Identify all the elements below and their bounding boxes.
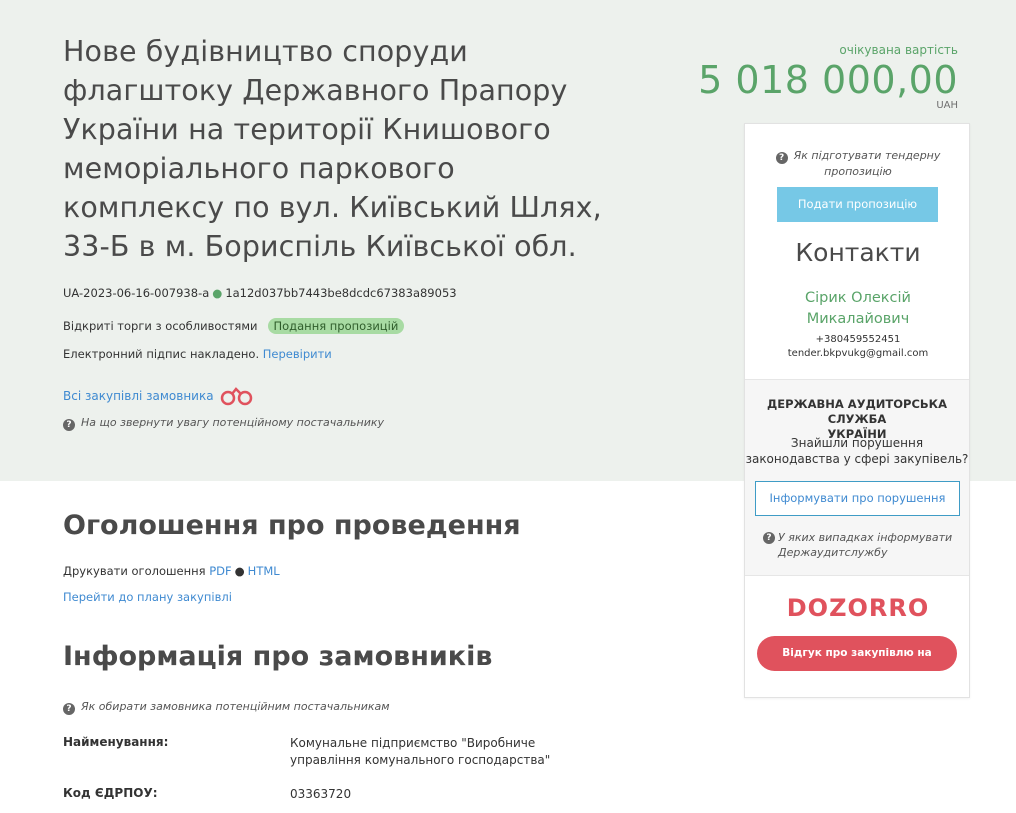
procurement-plan-link[interactable]: Перейти до плану закупівлі [63,590,232,604]
customer-name-label: Найменування: [63,735,169,749]
tender-identifiers: UA-2023-06-16-007938-a ● 1a12d037bb7443be8… [63,286,457,300]
edrpou-value: 03363720 [290,787,352,801]
print-label: Друкувати оголошення [63,564,206,578]
question-icon: ? [763,532,775,544]
customer-hint-text: Як обирати замовника потенційним постача… [81,700,390,713]
tender-title: Нове будівництво споруди флагштоку Держа… [63,35,602,263]
state-audit-block: ДЕРЖАВНА АУДИТОРСЬКА СЛУЖБА УКРАЇНИ Знай… [745,379,969,576]
supplier-hint-text: На що звернути увагу потенційному постач… [81,416,385,429]
separator-dot: ● [234,564,245,578]
tender-offer-help[interactable]: ? Як підготувати тендерну пропозицію [745,148,971,180]
audit-hint[interactable]: ? У яких випадках інформувати Держаудитс… [763,530,963,560]
status-badge: Подання пропозицій [267,318,405,334]
separator-dot: ● [212,286,223,300]
report-violation-button[interactable]: Інформувати про порушення [755,481,960,516]
question-icon: ? [775,152,788,164]
question-icon: ? [63,703,75,715]
audit-title-line-1: ДЕРЖАВНА АУДИТОРСЬКА СЛУЖБА [767,397,947,426]
audit-text-line-1: Знайшли порушення [790,436,924,450]
announcement-title: Оголошення про проведення [63,510,521,541]
print-announcement-row: Друкувати оголошення PDF ● HTML [63,564,280,578]
signature-text: Електронний підпис накладено. [63,347,260,361]
dozorro-logo: DOZORRO [786,594,930,622]
customer-name-line-1: Комунальне підприємство "Виробниче [290,736,536,750]
print-html-link[interactable]: HTML [248,564,280,578]
audit-hint-line-1: У яких випадках інформувати [778,531,953,544]
signature-row: Електронний підпис накладено. Перевірити [63,347,332,361]
all-purchases-row: Всі закупівлі замовника [63,387,253,406]
procedure-type: Відкриті торги з особливостями [63,319,258,333]
procedure-type-row: Відкриті торги з особливостями Подання пр… [63,318,405,334]
dozorro-feedback-button[interactable]: Відгук про закупівлю на Дозорро [757,636,957,694]
tender-hash: 1a12d037bb7443be8dcdc67383a89053 [225,286,457,300]
contact-name-line-1: Сірик Олексій [805,290,911,306]
all-customer-purchases-link[interactable]: Всі закупівлі замовника [63,389,214,403]
print-pdf-link[interactable]: PDF [209,564,231,578]
verify-signature-link[interactable]: Перевірити [263,347,332,361]
expected-price-label: очікувана вартість [839,43,958,57]
expected-price: 5 018 000,00 [698,58,958,102]
customer-name-value: Комунальне підприємство "Виробниче управ… [290,735,560,769]
contact-name-line-2: Микалайович [806,311,910,327]
submit-offer-button[interactable]: Подати пропозицію [777,187,938,222]
edrpou-label: Код ЄДРПОУ: [63,786,158,800]
contacts-title: Контакти [795,238,921,267]
contact-phone: +380459552451 [815,334,901,345]
help-line-2: пропозицію [824,165,892,178]
audit-text: Знайшли порушення законодавства у сфері … [745,435,969,467]
customer-hint[interactable]: ? Як обирати замовника потенційним постач… [63,700,390,715]
customers-title: Інформація про замовників [63,641,493,672]
customer-name-line-2: управління комунального господарства" [290,753,551,767]
audit-text-line-2: законодавства у сфері закупівель? [745,452,969,466]
question-icon: ? [63,419,75,431]
contact-email: tender.bkpvukg@gmail.com [787,348,929,359]
audit-hint-line-2: Держаудитслужбу [778,546,888,559]
help-line-1: Як підготувати тендерну [793,149,941,162]
binoculars-icon[interactable] [219,386,255,409]
supplier-hint[interactable]: ? На що звернути увагу потенційному поста… [63,416,384,431]
tender-id: UA-2023-06-16-007938-a [63,286,210,300]
contact-name: Сірик Олексій Микалайович [745,288,971,330]
sidebar-panel: ? Як підготувати тендерну пропозицію Пода… [744,123,970,698]
price-currency: UAH [936,100,958,111]
